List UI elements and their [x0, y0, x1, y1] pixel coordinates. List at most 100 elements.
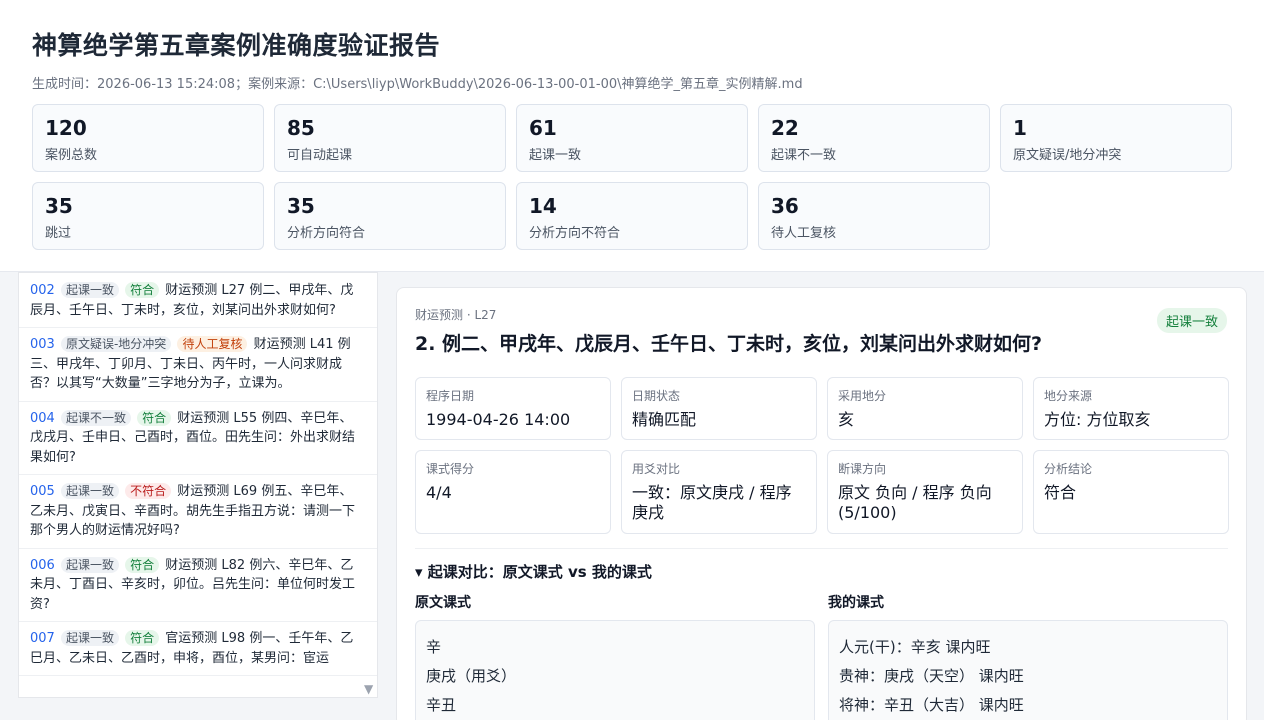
field-label: 用爻对比	[632, 462, 681, 476]
field-card: 日期状态 精确匹配	[621, 377, 817, 440]
stat-label: 起课一致	[529, 148, 582, 163]
mine-box: 人元(干)：辛亥 课内旺 贵神：庚戌（天空） 课内旺 将神：辛丑（大吉） 课内旺	[828, 620, 1228, 720]
list-item[interactable]: 004 起课不一致 符合 财运预测 L55 例四、辛巳年、戊戌月、壬申日、己酉时…	[19, 402, 377, 475]
list-item[interactable]: 005 起课一致 不符合 财运预测 L69 例五、辛巳年、乙未月、戊寅日、辛酉时…	[19, 475, 377, 549]
mine-heading: 我的课式	[828, 595, 884, 611]
result-badge: 待人工复核	[177, 336, 248, 352]
status-badge: 起课一致	[1156, 308, 1227, 333]
field-value: 1994-04-26 14:00	[426, 410, 571, 429]
result-badge: 不符合	[125, 483, 172, 499]
original-line: 辛	[426, 638, 442, 656]
field-label: 地分来源	[1044, 389, 1093, 403]
stat-number: 120	[45, 116, 87, 140]
stat-card: 85 可自动起课	[274, 104, 506, 172]
case-title: 2. 例二、甲戌年、戊辰月、壬午日、丁未时，亥位，刘某问出外求财如何?	[415, 333, 1043, 355]
stat-number: 61	[529, 116, 557, 140]
report-header: 神算绝学第五章案例准确度验证报告 生成时间：2026-06-13 15:24:0…	[0, 0, 1264, 272]
field-card: 断课方向原文 负向 / 程序 负向 (5/100)	[827, 450, 1023, 534]
main-area: 002 起课一致 符合 财运预测 L27 例二、甲戌年、戊辰月、壬午日、丁未时，…	[0, 272, 1264, 720]
breadcrumb: 财运预测 · L27	[415, 308, 497, 322]
result-badge: 符合	[125, 630, 160, 646]
case-index: 006	[30, 557, 55, 573]
stat-card: 35 分析方向符合	[274, 182, 506, 250]
stat-number: 1	[1013, 116, 1027, 140]
stat-label: 可自动起课	[287, 148, 353, 163]
stat-label: 分析方向符合	[287, 226, 366, 241]
result-badge: 符合	[125, 556, 160, 573]
status-badge: 起课一致	[60, 556, 119, 573]
case-list[interactable]: 002 起课一致 符合 财运预测 L27 例二、甲戌年、戊辰月、壬午日、丁未时，…	[18, 272, 378, 698]
field-value: 符合	[1044, 483, 1077, 502]
field-label: 采用地分	[838, 389, 887, 403]
stat-card: 1 原文疑误/地分冲突	[1000, 104, 1232, 172]
stat-label: 分析方向不符合	[529, 226, 621, 241]
comparison-toggle[interactable]: ▾ 起课对比：原文课式 vs 我的课式	[415, 561, 1228, 582]
stat-number: 36	[771, 194, 799, 218]
original-line: 辛丑	[426, 696, 457, 714]
stats-grid: 120 案例总数 85 可自动起课 61 起课一致 22 起课不一致 1 原文疑误/地分冲…	[32, 104, 1232, 250]
stat-label: 原文疑误/地分冲突	[1013, 148, 1122, 163]
list-item[interactable]: 006 起课一致 符合 财运预测 L82 例六、辛巳年、乙未月、丁酉日、辛亥时，…	[19, 549, 377, 622]
original-line: 庚戌（用爻）	[426, 667, 517, 685]
status-badge: 起课一致	[60, 282, 119, 298]
field-value: 方位: 方位取亥	[1044, 410, 1151, 429]
list-item[interactable]: 003 原文疑误-地分冲突 待人工复核 财运预测 L41 例三、甲戌年、丁卯月、…	[19, 328, 377, 402]
field-label: 断课方向	[838, 462, 887, 476]
case-index: 007	[30, 631, 55, 646]
field-card: 用爻对比一致：原文庚戌 / 程序庚戌	[621, 450, 817, 534]
status-badge: 起课不一致	[60, 409, 131, 426]
stat-card: 61 起课一致	[516, 104, 748, 172]
case-index: 002	[30, 283, 55, 298]
stat-card: 14 分析方向不符合	[516, 182, 748, 250]
stat-number: 85	[287, 116, 315, 140]
stat-number: 22	[771, 116, 799, 140]
stat-label: 待人工复核	[771, 226, 837, 241]
field-value: 亥	[838, 410, 855, 429]
mine-line: 将神：辛丑（大吉） 课内旺	[839, 696, 1024, 714]
stat-label: 起课不一致	[771, 148, 837, 163]
status-badge: 起课一致	[60, 630, 119, 646]
field-card: 程序日期 1994-04-26 14:00	[415, 377, 611, 440]
case-index: 005	[30, 484, 55, 499]
stat-number: 35	[287, 194, 315, 218]
result-badge: 符合	[125, 282, 160, 298]
field-card: 课式得分 4/4	[415, 450, 611, 534]
mine-column: 我的课式 人元(干)：辛亥 课内旺 贵神：庚戌（天空） 课内旺 将神：辛丑（大吉…	[828, 592, 1228, 720]
status-badge: 起课一致	[60, 483, 119, 499]
original-heading: 原文课式	[415, 595, 471, 611]
scroll-down-icon[interactable]: ▼	[364, 682, 373, 696]
mine-line: 贵神：庚戌（天空） 课内旺	[839, 667, 1024, 685]
field-label: 日期状态	[632, 389, 681, 403]
case-index: 004	[30, 410, 55, 426]
field-card: 采用地分亥	[827, 377, 1023, 440]
result-badge: 符合	[137, 409, 172, 426]
original-box: 辛 庚戌（用爻） 辛丑	[415, 620, 815, 720]
page-title: 神算绝学第五章案例准确度验证报告	[32, 31, 441, 60]
field-value: 一致：原文庚戌 / 程序庚戌	[632, 483, 792, 522]
field-card: 分析结论 符合	[1033, 450, 1229, 534]
stat-label: 案例总数	[45, 148, 98, 163]
detail-fields: 程序日期 1994-04-26 14:00 日期状态精确匹配 采用地分亥 地分来源…	[415, 377, 1229, 534]
stat-label: 跳过	[45, 226, 72, 241]
field-value: 精确匹配	[632, 410, 697, 429]
mine-line: 人元(干)：辛亥 课内旺	[839, 638, 991, 656]
case-index: 003	[30, 337, 55, 352]
report-meta: 生成时间：2026-06-13 15:24:08；案例来源：C:\Users\l…	[32, 77, 803, 92]
stat-card: 22 起课不一致	[758, 104, 990, 172]
stat-number: 14	[529, 194, 557, 218]
divider	[415, 548, 1228, 549]
field-label: 程序日期	[426, 389, 475, 403]
stat-card: 120 案例总数	[32, 104, 264, 172]
field-label: 分析结论	[1044, 462, 1093, 476]
field-label: 课式得分	[426, 462, 475, 476]
comparison-columns: 原文课式 辛 庚戌（用爻） 辛丑 我的课式 人元(干)：辛亥 课内旺 贵神：庚戌…	[415, 592, 1228, 720]
field-value: 原文 负向 / 程序 负向 (5/100)	[838, 483, 992, 522]
stat-number: 35	[45, 194, 73, 218]
list-item[interactable]: 007 起课一致 符合 官运预测 L98 例一、壬午年、乙巳月、乙未日、乙酉时，…	[19, 622, 377, 676]
status-badge: 原文疑误-地分冲突	[60, 336, 172, 352]
field-value: 4/4	[426, 483, 452, 502]
list-item[interactable]: 002 起课一致 符合 财运预测 L27 例二、甲戌年、戊辰月、壬午日、丁未时，…	[19, 273, 377, 328]
case-detail-panel: 财运预测 · L27 起课一致 2. 例二、甲戌年、戊辰月、壬午日、丁未时，亥位…	[396, 287, 1247, 720]
stat-card: 36 待人工复核	[758, 182, 990, 250]
field-card: 地分来源方位: 方位取亥	[1033, 377, 1229, 440]
